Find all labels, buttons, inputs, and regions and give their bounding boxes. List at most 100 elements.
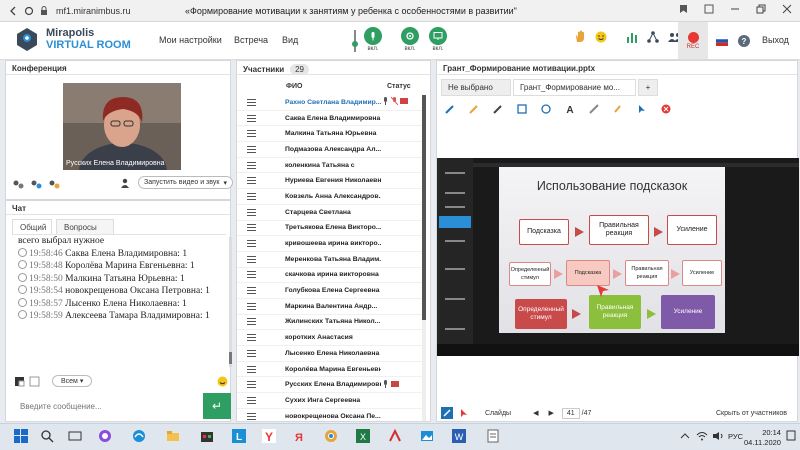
stats-icon[interactable] xyxy=(626,31,638,43)
fill-icon[interactable] xyxy=(613,104,623,114)
edge-icon[interactable] xyxy=(132,429,146,445)
participant-row[interactable]: кривошеева ирина викторо... xyxy=(237,236,422,252)
camera-toggle[interactable]: вкл. xyxy=(401,27,419,52)
phone-icon[interactable] xyxy=(391,380,399,390)
layout-icon[interactable] xyxy=(48,179,60,189)
participant-row[interactable]: Сухих Инга Сергеевна xyxy=(237,393,422,409)
participant-row[interactable]: Лысенко Елена Николаевна xyxy=(237,346,422,362)
fullscreen-icon[interactable] xyxy=(704,4,714,14)
yandex-icon[interactable]: Я xyxy=(292,429,306,445)
back-icon[interactable] xyxy=(8,6,18,16)
mic-off-icon[interactable] xyxy=(390,97,399,107)
flag-ru-icon[interactable] xyxy=(716,36,728,46)
store-icon[interactable] xyxy=(200,429,214,445)
participant-row[interactable]: Маркина Валентина Андр... xyxy=(237,299,422,315)
brush-icon[interactable] xyxy=(441,407,453,419)
slide-number-input[interactable]: 41 xyxy=(561,407,580,419)
participant-row[interactable]: Меренкова Татьяна Владим... xyxy=(237,252,422,268)
participant-row[interactable]: новокрещенова Оксана Пе... xyxy=(237,409,422,421)
language-indicator[interactable]: РУС xyxy=(728,432,743,441)
photos-icon[interactable] xyxy=(420,429,434,445)
menu-meeting[interactable]: Встреча xyxy=(234,35,268,45)
menu-icon[interactable] xyxy=(247,412,256,420)
wifi-icon[interactable] xyxy=(696,431,708,443)
tray-chevron-icon[interactable] xyxy=(680,432,690,442)
participant-row[interactable]: Голубкова Елена Сергеевна xyxy=(237,283,422,299)
recipient-select[interactable]: Всем ▾ xyxy=(52,375,93,387)
explorer-icon[interactable] xyxy=(166,429,180,445)
tab-not-selected[interactable]: Не выбрано xyxy=(441,79,511,96)
participant-row[interactable]: Рахно Светлана Владимир... xyxy=(237,95,422,111)
next-slide-icon[interactable]: ▶ xyxy=(548,409,553,417)
cursor-icon[interactable] xyxy=(459,408,469,418)
participant-row[interactable]: Жилинских Татьяна Никол... xyxy=(237,315,422,331)
hide-from-participants-button[interactable]: Скрыть от участников xyxy=(716,410,787,417)
video-feed[interactable]: Русских Елена Владимировна xyxy=(63,83,181,170)
ruler-icon[interactable] xyxy=(589,104,599,114)
menu-icon[interactable] xyxy=(247,302,256,310)
network-icon[interactable] xyxy=(647,30,659,43)
menu-icon[interactable] xyxy=(247,177,256,185)
yandex-browser-icon[interactable]: Y xyxy=(262,429,276,445)
notes-icon[interactable] xyxy=(486,429,500,445)
clear-icon[interactable] xyxy=(661,104,671,114)
person-icon[interactable] xyxy=(120,178,130,188)
rectangle-icon[interactable] xyxy=(517,104,527,114)
slide-view[interactable]: Использование подсказок Подсказка Правил… xyxy=(437,158,799,356)
volume-icon[interactable] xyxy=(712,431,724,443)
participant-row[interactable]: Королёва Марина Евгеньевна xyxy=(237,362,422,378)
restore-icon[interactable] xyxy=(756,4,766,14)
pointer-icon[interactable] xyxy=(637,104,647,114)
alice-icon[interactable] xyxy=(98,429,112,445)
participants-cam-icon[interactable] xyxy=(12,179,24,189)
speakers-icon[interactable] xyxy=(30,179,42,189)
tab-questions[interactable]: Вопросы xyxy=(56,219,114,235)
screen-share-toggle[interactable]: вкл. xyxy=(429,27,447,52)
send-button[interactable]: ↵ xyxy=(203,393,231,419)
participant-row[interactable]: Русских Елена Владимировна xyxy=(237,377,422,394)
text-icon[interactable]: A xyxy=(565,104,575,114)
menu-icon[interactable] xyxy=(247,255,256,263)
microphone-toggle[interactable]: вкл. xyxy=(364,27,382,52)
pdf-icon[interactable] xyxy=(388,428,402,445)
close-icon[interactable] xyxy=(782,4,792,14)
refresh-icon[interactable] xyxy=(24,6,34,16)
menu-icon[interactable] xyxy=(247,224,256,232)
participant-row[interactable]: Ковзель Анна Александров... xyxy=(237,189,422,205)
menu-icon[interactable] xyxy=(247,396,256,404)
menu-icon[interactable] xyxy=(247,349,256,357)
l-app-icon[interactable]: L xyxy=(232,429,246,445)
participants-scrollbar[interactable] xyxy=(422,95,426,421)
menu-icon[interactable] xyxy=(247,208,256,216)
menu-icon[interactable] xyxy=(247,130,256,138)
menu-icon[interactable] xyxy=(247,381,256,389)
notifications-icon[interactable] xyxy=(786,430,796,444)
menu-icon[interactable] xyxy=(247,318,256,326)
raise-hand-icon[interactable] xyxy=(574,30,586,43)
emoji-icon[interactable] xyxy=(595,31,607,43)
menu-icon[interactable] xyxy=(247,161,256,169)
menu-icon[interactable] xyxy=(247,287,256,295)
slides-label[interactable]: Слайды xyxy=(485,410,511,417)
participant-row[interactable]: Третьякова Елена Викторо... xyxy=(237,221,422,237)
pen-icon[interactable] xyxy=(445,104,455,114)
help-icon[interactable]: ? xyxy=(738,35,750,47)
system-clock[interactable]: 20:14 04.11.2020 xyxy=(744,428,781,448)
tab-add[interactable]: + xyxy=(638,79,658,96)
menu-icon[interactable] xyxy=(247,271,256,279)
participant-row[interactable]: Нуриева Евгения Николаевна xyxy=(237,173,422,190)
menu-view[interactable]: Вид xyxy=(282,35,298,45)
menu-icon[interactable] xyxy=(247,240,256,248)
participant-row[interactable]: Старцева Светлана xyxy=(237,205,422,221)
participant-row[interactable]: Саква Елена Владимировна xyxy=(237,111,422,127)
prev-slide-icon[interactable]: ◀ xyxy=(533,409,538,417)
bookmark-icon[interactable] xyxy=(679,4,688,14)
exit-button[interactable]: Выход xyxy=(762,35,789,45)
windows-start-icon[interactable] xyxy=(14,429,28,445)
highlighter-icon[interactable] xyxy=(493,104,503,114)
menu-icon[interactable] xyxy=(247,334,256,342)
color-black-icon[interactable] xyxy=(14,376,25,387)
chrome-icon[interactable] xyxy=(324,429,338,445)
menu-icon[interactable] xyxy=(247,114,256,122)
rec-button[interactable]: REC xyxy=(678,22,708,59)
